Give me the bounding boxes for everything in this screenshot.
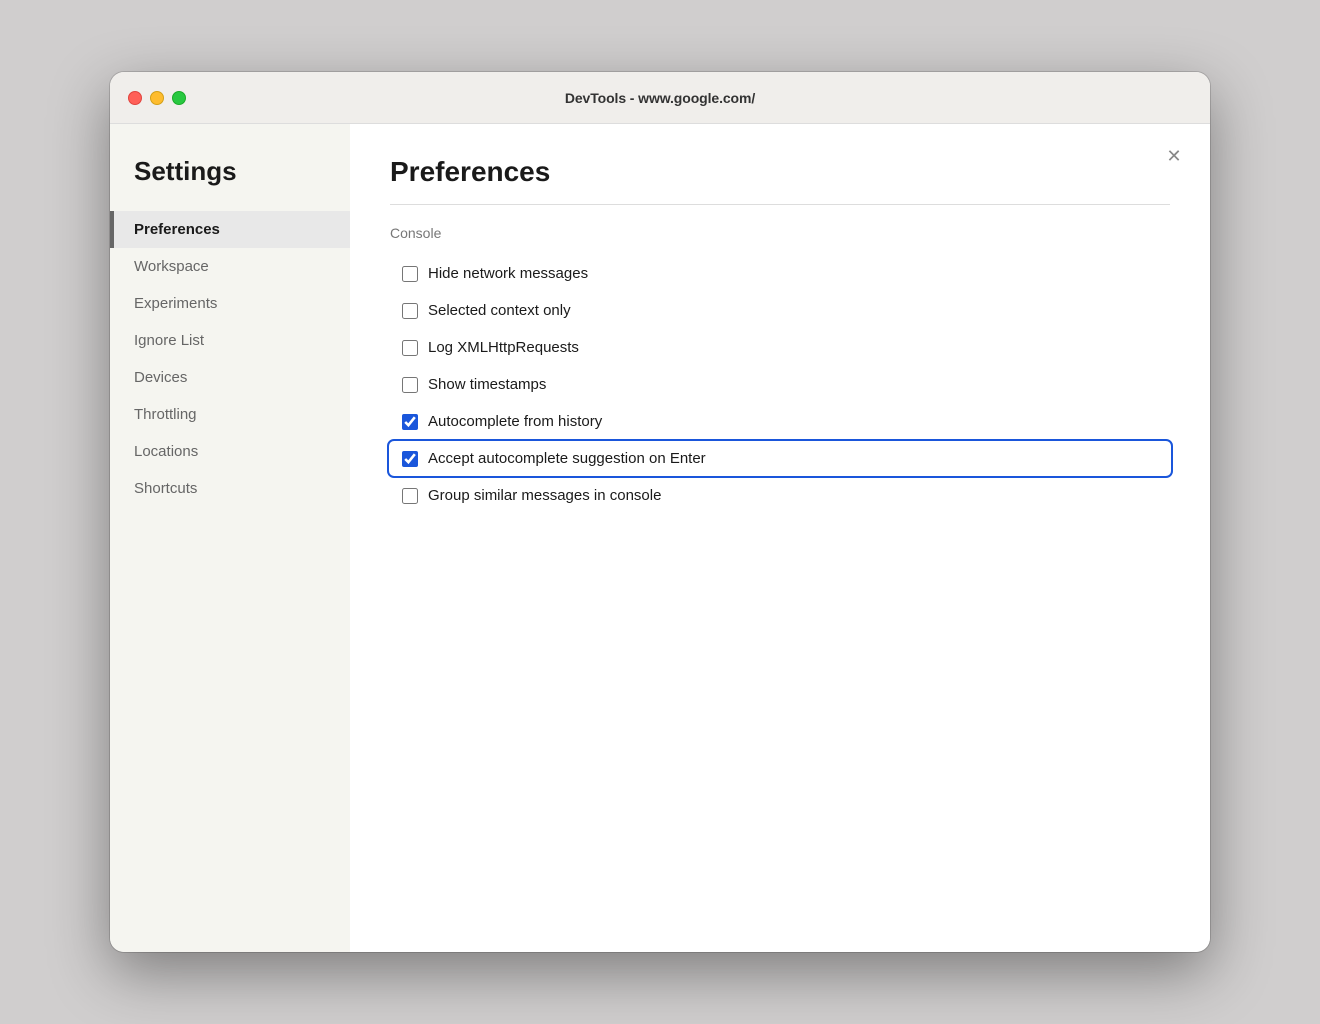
checkbox-item-autocomplete-enter: Accept autocomplete suggestion on Enter (390, 442, 1170, 475)
checkbox-hide-network[interactable] (402, 266, 418, 282)
sidebar-link-preferences[interactable]: Preferences (110, 211, 350, 248)
close-traffic-light[interactable] (128, 91, 142, 105)
checkbox-item-log-xml: Log XMLHttpRequests (390, 331, 1170, 364)
traffic-lights (128, 91, 186, 105)
checkbox-show-timestamps[interactable] (402, 377, 418, 393)
sidebar-link-devices[interactable]: Devices (110, 359, 350, 396)
sidebar-nav: Preferences Workspace Experiments Ignore… (110, 211, 350, 507)
checkbox-autocomplete-history[interactable] (402, 414, 418, 430)
section-divider (390, 204, 1170, 205)
sidebar-link-shortcuts[interactable]: Shortcuts (110, 470, 350, 507)
sidebar-item-experiments[interactable]: Experiments (110, 285, 350, 322)
checkbox-item-autocomplete-history: Autocomplete from history (390, 405, 1170, 438)
checkbox-autocomplete-enter[interactable] (402, 451, 418, 467)
checkbox-item-hide-network: Hide network messages (390, 257, 1170, 290)
checkbox-label-autocomplete-history[interactable]: Autocomplete from history (428, 413, 602, 430)
sidebar-link-ignore-list[interactable]: Ignore List (110, 322, 350, 359)
checkbox-label-show-timestamps[interactable]: Show timestamps (428, 376, 546, 393)
sidebar-item-preferences[interactable]: Preferences (110, 211, 350, 248)
subsection-title: Console (390, 225, 1170, 241)
checkbox-list: Hide network messages Selected context o… (390, 257, 1170, 512)
sidebar-item-locations[interactable]: Locations (110, 433, 350, 470)
checkbox-log-xml[interactable] (402, 340, 418, 356)
checkbox-label-autocomplete-enter[interactable]: Accept autocomplete suggestion on Enter (428, 450, 706, 467)
sidebar-item-throttling[interactable]: Throttling (110, 396, 350, 433)
checkbox-item-show-timestamps: Show timestamps (390, 368, 1170, 401)
sidebar-link-workspace[interactable]: Workspace (110, 248, 350, 285)
sidebar-link-locations[interactable]: Locations (110, 433, 350, 470)
section-title: Preferences (390, 156, 1170, 188)
maximize-traffic-light[interactable] (172, 91, 186, 105)
sidebar-item-devices[interactable]: Devices (110, 359, 350, 396)
checkbox-group-similar[interactable] (402, 488, 418, 504)
main-content: ✕ Preferences Console Hide network messa… (350, 124, 1210, 952)
window-body: Settings Preferences Workspace Experimen… (110, 124, 1210, 952)
sidebar-item-workspace[interactable]: Workspace (110, 248, 350, 285)
settings-heading: Settings (110, 156, 350, 211)
minimize-traffic-light[interactable] (150, 91, 164, 105)
sidebar-link-experiments[interactable]: Experiments (110, 285, 350, 322)
checkbox-item-group-similar: Group similar messages in console (390, 479, 1170, 512)
devtools-window: DevTools - www.google.com/ Settings Pref… (110, 72, 1210, 952)
sidebar-link-throttling[interactable]: Throttling (110, 396, 350, 433)
checkbox-label-log-xml[interactable]: Log XMLHttpRequests (428, 339, 579, 356)
checkbox-selected-context[interactable] (402, 303, 418, 319)
sidebar-item-shortcuts[interactable]: Shortcuts (110, 470, 350, 507)
close-button[interactable]: ✕ (1162, 144, 1186, 168)
checkbox-label-group-similar[interactable]: Group similar messages in console (428, 487, 661, 504)
checkbox-label-hide-network[interactable]: Hide network messages (428, 265, 588, 282)
checkbox-label-selected-context[interactable]: Selected context only (428, 302, 571, 319)
sidebar-item-ignore-list[interactable]: Ignore List (110, 322, 350, 359)
checkbox-item-selected-context: Selected context only (390, 294, 1170, 327)
sidebar: Settings Preferences Workspace Experimen… (110, 124, 350, 952)
titlebar: DevTools - www.google.com/ (110, 72, 1210, 124)
window-title: DevTools - www.google.com/ (565, 90, 755, 106)
